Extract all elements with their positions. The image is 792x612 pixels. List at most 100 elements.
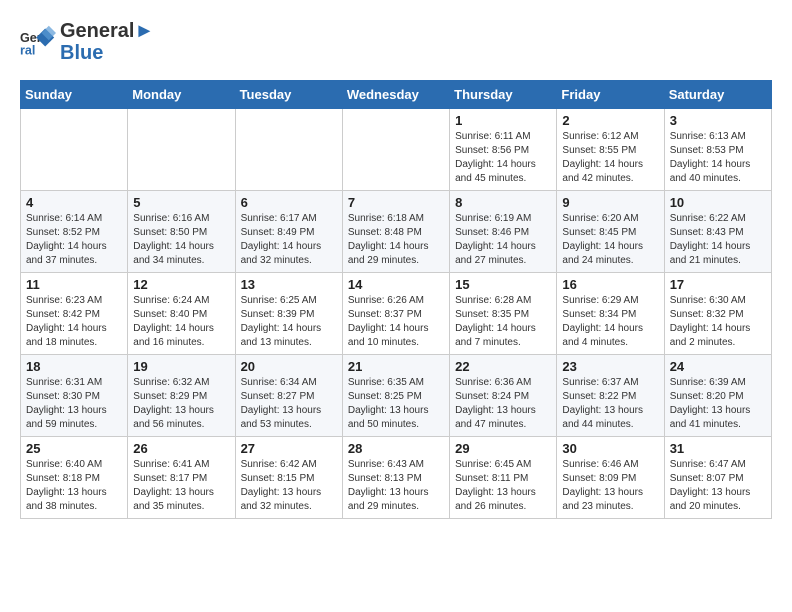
day-number: 28 — [348, 441, 444, 456]
logo-general: General► — [60, 20, 154, 42]
day-number: 19 — [133, 359, 229, 374]
calendar-day-26: 26 Sunrise: 6:41 AM Sunset: 8:17 PM Dayli… — [128, 437, 235, 519]
calendar-day-30: 30Sunrise: 6:46 AM Sunset: 8:09 PM Dayli… — [557, 437, 664, 519]
day-number: 3 — [670, 113, 766, 128]
day-info: Sunrise: 6:41 AM Sunset: 8:17 PM Dayligh… — [133, 458, 229, 514]
calendar-day-3: 3 Sunrise: 6:13 AM Sunset: 8:53 PM Daylig… — [664, 109, 771, 191]
day-number: 17 — [670, 277, 766, 292]
day-number: 23 — [562, 359, 658, 374]
day-number: 8 — [455, 195, 551, 210]
calendar-table: SundayMondayTuesdayWednesdayThursdayFrid… — [20, 80, 772, 519]
day-number: 2 — [562, 113, 658, 128]
calendar-day-23: 23 Sunrise: 6:37 AM Sunset: 8:22 PM Dayli… — [557, 355, 664, 437]
day-info: Sunrise: 6:12 AM Sunset: 8:55 PM Dayligh… — [562, 130, 658, 186]
calendar-day-11: 11 Sunrise: 6:23 AM Sunset: 8:42 PM Dayli… — [21, 273, 128, 355]
day-info: Sunrise: 6:22 AM Sunset: 8:43 PM Dayligh… — [670, 212, 766, 268]
day-info: Sunrise: 6:28 AM Sunset: 8:35 PM Dayligh… — [455, 294, 551, 350]
day-number: 9 — [562, 195, 658, 210]
calendar-day-13: 13 Sunrise: 6:25 AM Sunset: 8:39 PM Dayli… — [235, 273, 342, 355]
calendar-day-25: 25 Sunrise: 6:40 AM Sunset: 8:18 PM Dayli… — [21, 437, 128, 519]
day-info: Sunrise: 6:24 AM Sunset: 8:40 PM Dayligh… — [133, 294, 229, 350]
weekday-header-wednesday: Wednesday — [342, 81, 449, 109]
calendar-day-10: 10Sunrise: 6:22 AM Sunset: 8:43 PM Dayli… — [664, 191, 771, 273]
day-info: Sunrise: 6:32 AM Sunset: 8:29 PM Dayligh… — [133, 376, 229, 432]
day-number: 15 — [455, 277, 551, 292]
calendar-day-15: 15 Sunrise: 6:28 AM Sunset: 8:35 PM Dayli… — [450, 273, 557, 355]
day-info: Sunrise: 6:37 AM Sunset: 8:22 PM Dayligh… — [562, 376, 658, 432]
calendar-day-16: 16 Sunrise: 6:29 AM Sunset: 8:34 PM Dayli… — [557, 273, 664, 355]
calendar-week-row: 11 Sunrise: 6:23 AM Sunset: 8:42 PM Dayli… — [21, 273, 772, 355]
calendar-day-24: 24Sunrise: 6:39 AM Sunset: 8:20 PM Dayli… — [664, 355, 771, 437]
day-number: 12 — [133, 277, 229, 292]
day-info: Sunrise: 6:20 AM Sunset: 8:45 PM Dayligh… — [562, 212, 658, 268]
calendar-day-4: 4Sunrise: 6:14 AM Sunset: 8:52 PM Daylig… — [21, 191, 128, 273]
day-info: Sunrise: 6:26 AM Sunset: 8:37 PM Dayligh… — [348, 294, 444, 350]
day-number: 29 — [455, 441, 551, 456]
calendar-day-12: 12 Sunrise: 6:24 AM Sunset: 8:40 PM Dayli… — [128, 273, 235, 355]
day-info: Sunrise: 6:45 AM Sunset: 8:11 PM Dayligh… — [455, 458, 551, 514]
day-info: Sunrise: 6:47 AM Sunset: 8:07 PM Dayligh… — [670, 458, 766, 514]
calendar-day-5: 5 Sunrise: 6:16 AM Sunset: 8:50 PM Daylig… — [128, 191, 235, 273]
day-info: Sunrise: 6:25 AM Sunset: 8:39 PM Dayligh… — [241, 294, 337, 350]
calendar-day-1: 1 Sunrise: 6:11 AM Sunset: 8:56 PM Daylig… — [450, 109, 557, 191]
calendar-week-row: 4Sunrise: 6:14 AM Sunset: 8:52 PM Daylig… — [21, 191, 772, 273]
calendar-week-row: 25 Sunrise: 6:40 AM Sunset: 8:18 PM Dayli… — [21, 437, 772, 519]
day-info: Sunrise: 6:39 AM Sunset: 8:20 PM Dayligh… — [670, 376, 766, 432]
day-info: Sunrise: 6:35 AM Sunset: 8:25 PM Dayligh… — [348, 376, 444, 432]
day-info: Sunrise: 6:23 AM Sunset: 8:42 PM Dayligh… — [26, 294, 122, 350]
day-info: Sunrise: 6:31 AM Sunset: 8:30 PM Dayligh… — [26, 376, 122, 432]
day-number: 14 — [348, 277, 444, 292]
day-info: Sunrise: 6:13 AM Sunset: 8:53 PM Dayligh… — [670, 130, 766, 186]
weekday-header-tuesday: Tuesday — [235, 81, 342, 109]
calendar-day-6: 6 Sunrise: 6:17 AM Sunset: 8:49 PM Daylig… — [235, 191, 342, 273]
logo-blue: Blue — [60, 42, 154, 64]
day-info: Sunrise: 6:17 AM Sunset: 8:49 PM Dayligh… — [241, 212, 337, 268]
svg-text:ral: ral — [20, 44, 35, 58]
calendar-day-31: 31 Sunrise: 6:47 AM Sunset: 8:07 PM Dayli… — [664, 437, 771, 519]
calendar-day-9: 9 Sunrise: 6:20 AM Sunset: 8:45 PM Daylig… — [557, 191, 664, 273]
calendar-empty-cell — [21, 109, 128, 191]
calendar-day-22: 22Sunrise: 6:36 AM Sunset: 8:24 PM Dayli… — [450, 355, 557, 437]
day-number: 27 — [241, 441, 337, 456]
day-info: Sunrise: 6:30 AM Sunset: 8:32 PM Dayligh… — [670, 294, 766, 350]
weekday-header-thursday: Thursday — [450, 81, 557, 109]
page-header: Gene ral General► Blue — [20, 20, 772, 64]
logo-icon: Gene ral — [20, 24, 56, 60]
day-number: 16 — [562, 277, 658, 292]
calendar-day-2: 2 Sunrise: 6:12 AM Sunset: 8:55 PM Daylig… — [557, 109, 664, 191]
day-number: 5 — [133, 195, 229, 210]
logo: Gene ral General► Blue — [20, 20, 154, 64]
calendar-week-row: 1 Sunrise: 6:11 AM Sunset: 8:56 PM Daylig… — [21, 109, 772, 191]
calendar-day-20: 20Sunrise: 6:34 AM Sunset: 8:27 PM Dayli… — [235, 355, 342, 437]
day-info: Sunrise: 6:19 AM Sunset: 8:46 PM Dayligh… — [455, 212, 551, 268]
day-info: Sunrise: 6:46 AM Sunset: 8:09 PM Dayligh… — [562, 458, 658, 514]
day-number: 6 — [241, 195, 337, 210]
calendar-empty-cell — [342, 109, 449, 191]
day-number: 13 — [241, 277, 337, 292]
calendar-empty-cell — [128, 109, 235, 191]
day-number: 25 — [26, 441, 122, 456]
calendar-day-17: 17 Sunrise: 6:30 AM Sunset: 8:32 PM Dayli… — [664, 273, 771, 355]
day-info: Sunrise: 6:34 AM Sunset: 8:27 PM Dayligh… — [241, 376, 337, 432]
day-info: Sunrise: 6:29 AM Sunset: 8:34 PM Dayligh… — [562, 294, 658, 350]
day-info: Sunrise: 6:40 AM Sunset: 8:18 PM Dayligh… — [26, 458, 122, 514]
calendar-day-21: 21Sunrise: 6:35 AM Sunset: 8:25 PM Dayli… — [342, 355, 449, 437]
weekday-header-saturday: Saturday — [664, 81, 771, 109]
day-number: 31 — [670, 441, 766, 456]
day-number: 26 — [133, 441, 229, 456]
day-number: 11 — [26, 277, 122, 292]
day-info: Sunrise: 6:11 AM Sunset: 8:56 PM Dayligh… — [455, 130, 551, 186]
calendar-day-27: 27 Sunrise: 6:42 AM Sunset: 8:15 PM Dayli… — [235, 437, 342, 519]
day-number: 7 — [348, 195, 444, 210]
day-number: 18 — [26, 359, 122, 374]
calendar-header-row: SundayMondayTuesdayWednesdayThursdayFrid… — [21, 81, 772, 109]
day-number: 1 — [455, 113, 551, 128]
calendar-day-29: 29 Sunrise: 6:45 AM Sunset: 8:11 PM Dayli… — [450, 437, 557, 519]
day-info: Sunrise: 6:42 AM Sunset: 8:15 PM Dayligh… — [241, 458, 337, 514]
calendar-day-8: 8 Sunrise: 6:19 AM Sunset: 8:46 PM Daylig… — [450, 191, 557, 273]
weekday-header-sunday: Sunday — [21, 81, 128, 109]
calendar-day-18: 18 Sunrise: 6:31 AM Sunset: 8:30 PM Dayli… — [21, 355, 128, 437]
day-info: Sunrise: 6:16 AM Sunset: 8:50 PM Dayligh… — [133, 212, 229, 268]
calendar-day-7: 7Sunrise: 6:18 AM Sunset: 8:48 PM Daylig… — [342, 191, 449, 273]
day-number: 22 — [455, 359, 551, 374]
